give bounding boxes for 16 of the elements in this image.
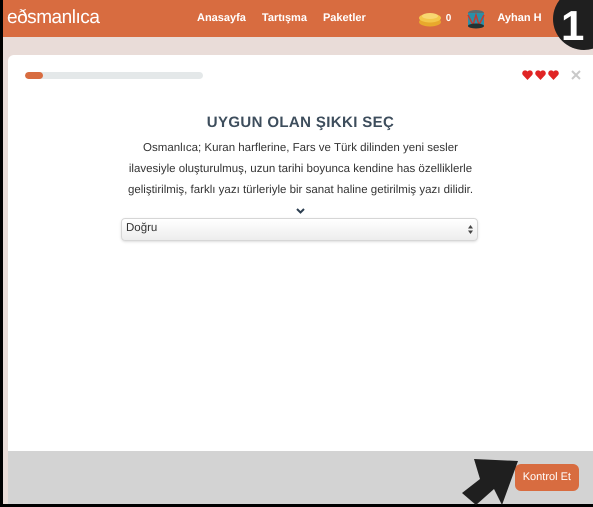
nav-link[interactable]: Paketler: [322, 10, 366, 27]
coins-icon: [418, 10, 442, 26]
pointer-arrow-drawing: [462, 459, 520, 505]
chevron-down-icon: [296, 208, 305, 214]
logo[interactable]: eðsmanlıca: [7, 4, 197, 33]
coin-count: 0: [446, 12, 452, 26]
nav-link[interactable]: Tartışma: [262, 10, 307, 27]
check-button[interactable]: Kontrol Et: [514, 464, 579, 491]
step-badge: 1: [553, 0, 593, 50]
drum-icon[interactable]: [467, 8, 486, 28]
select-arrows-icon: [468, 224, 473, 234]
question-heading: UYGUN OLAN ŞIKKI SEÇ: [206, 113, 394, 133]
nav-link[interactable]: Anasayfa: [197, 10, 246, 27]
answer-select[interactable]: Doğru: [121, 218, 478, 240]
user-name[interactable]: Ayhan H: [497, 10, 542, 27]
question-text: Osmanlıca; Kuran harflerine, Fars ve Türk dilinden yeni sesler ilavesiyle oluşturulmuş, uzun tarihi boyunca kendine has özelliklerle geliştirilmiş, farklı yazı türleriyle bir sanat haline getirilmiş yazı dilidir.: [126, 140, 474, 198]
